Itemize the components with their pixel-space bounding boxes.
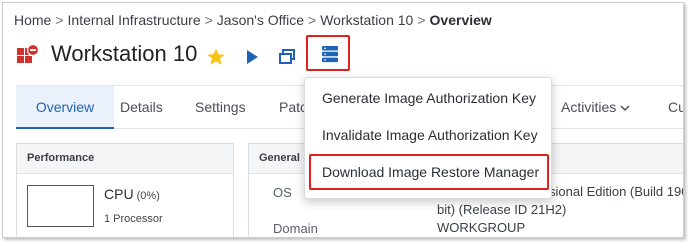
star-icon[interactable] [206,47,226,67]
os-label: OS [273,185,292,200]
tab-settings[interactable]: Settings [195,99,246,115]
server-button[interactable] [306,35,350,71]
window-icon[interactable] [277,47,297,67]
performance-panel: Performance CPU (0%) 1 Processor [16,143,234,237]
cpu-name: CPU [104,186,134,202]
breadcrumb-separator: > [204,12,213,28]
os-value-line2: bit) (Release ID 21H2) [437,202,567,217]
breadcrumb-internal-infrastructure[interactable]: Internal Infrastructure [68,12,201,28]
domain-value: WORKGROUP [437,220,526,235]
tab-details[interactable]: Details [120,99,163,115]
cpu-processor-count: 1 Processor [104,213,163,225]
breadcrumb-jasons-office[interactable]: Jason's Office [217,12,304,28]
menu-item-invalidate-key[interactable]: Invalidate Image Authorization Key [322,127,538,143]
cpu-label: CPU (0%) [104,186,160,202]
windows-icon [17,43,40,65]
chevron-down-icon [620,99,630,115]
breadcrumb-separator: > [55,12,64,28]
play-icon[interactable] [242,47,262,67]
menu-item-download-restore-manager[interactable]: Download Image Restore Manager [322,164,539,180]
breadcrumb-separator: > [417,12,426,28]
tab-activities[interactable]: Activities [561,99,630,115]
breadcrumb-workstation[interactable]: Workstation 10 [320,12,413,28]
page-title: Workstation 10 [51,41,198,66]
tab-cu[interactable]: Cu [668,99,683,115]
app-frame: Home > Internal Infrastructure > Jason's Off… [2,2,684,238]
image-actions-menu: Generate Image Authorization Key Invalid… [304,77,552,199]
server-icon [322,46,338,63]
domain-label: Domain [273,221,318,236]
performance-title: Performance [17,144,233,174]
tab-overview[interactable]: Overview [16,86,114,129]
tab-activities-label: Activities [561,99,617,115]
breadcrumb-separator: > [308,12,317,28]
breadcrumb: Home > Internal Infrastructure > Jason's Off… [14,12,492,28]
cpu-graph [27,185,94,227]
menu-item-generate-key[interactable]: Generate Image Authorization Key [322,90,536,106]
tab-patch[interactable]: Patc [279,99,307,115]
breadcrumb-current: Overview [429,12,492,28]
breadcrumb-home[interactable]: Home [14,12,51,28]
cpu-percent: (0%) [136,190,160,202]
